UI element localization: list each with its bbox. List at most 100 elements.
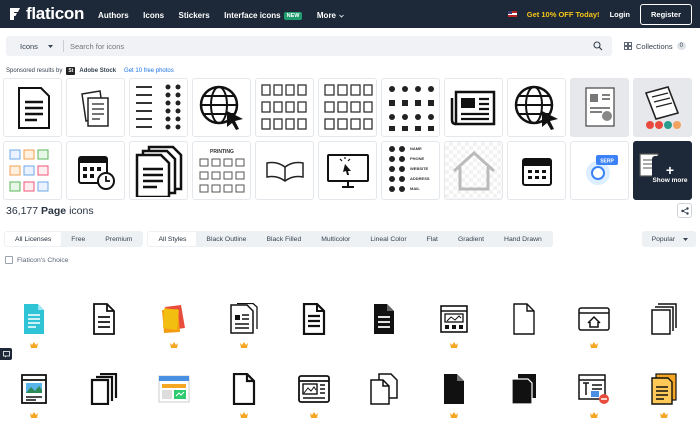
- sponsored-tile[interactable]: [192, 78, 251, 137]
- collections-button[interactable]: Collections 0: [618, 36, 692, 56]
- sponsored-tile[interactable]: [3, 141, 62, 200]
- premium-crown-icon: [310, 412, 318, 418]
- flaticons-choice-toggle[interactable]: Flaticon's Choice: [5, 256, 69, 264]
- icon-result[interactable]: [296, 302, 332, 352]
- document-filled-icon: [374, 304, 394, 334]
- icon-result[interactable]: [156, 302, 192, 352]
- sponsored-tile[interactable]: [66, 141, 125, 200]
- icon-thumb: [367, 302, 401, 336]
- nav-interface-icons[interactable]: Interface icons NEW: [224, 11, 303, 20]
- sponsored-tile[interactable]: [444, 141, 503, 200]
- sponsored-tile[interactable]: [129, 78, 188, 137]
- sponsored-tile[interactable]: [633, 78, 692, 137]
- register-button[interactable]: Register: [639, 3, 692, 25]
- icon-result[interactable]: [296, 372, 332, 422]
- icon-result[interactable]: [226, 302, 262, 352]
- login-link[interactable]: Login: [610, 10, 630, 19]
- sponsored-tile[interactable]: [318, 78, 377, 137]
- filter-all-styles[interactable]: All Styles: [148, 232, 197, 246]
- filter-premium[interactable]: Premium: [95, 232, 142, 246]
- feedback-button[interactable]: [0, 348, 12, 360]
- icon-thumb: [157, 302, 191, 336]
- sponsored-tile[interactable]: [129, 141, 188, 200]
- sponsored-tile[interactable]: [507, 141, 566, 200]
- icon-thumb: [17, 372, 51, 406]
- icon-thumb: [297, 302, 331, 336]
- show-more-tile[interactable]: + Show more: [633, 141, 692, 200]
- nav-stickers[interactable]: Stickers: [179, 11, 210, 20]
- us-flag-icon[interactable]: [507, 11, 517, 17]
- search-input[interactable]: [63, 41, 590, 51]
- icon-result[interactable]: [576, 372, 612, 422]
- sponsored-tile[interactable]: [318, 141, 377, 200]
- icon-result[interactable]: [16, 302, 52, 352]
- icon-result[interactable]: [86, 372, 122, 422]
- collections-label: Collections: [635, 41, 673, 51]
- icon-result[interactable]: [436, 302, 472, 352]
- share-button[interactable]: [677, 203, 692, 218]
- icon-result[interactable]: [436, 372, 472, 422]
- svg-text:WEBSITE: WEBSITE: [410, 166, 429, 171]
- icon-result[interactable]: [576, 302, 612, 352]
- icon-result[interactable]: [506, 302, 542, 352]
- license-filter-group: All Licenses Free Premium: [4, 231, 144, 247]
- flaticon-logo[interactable]: flaticon: [8, 4, 84, 24]
- icon-thumb: [367, 372, 401, 406]
- filter-multicolor[interactable]: Multicolor: [311, 232, 360, 246]
- globe-cursor-icon: [199, 85, 243, 130]
- nav-authors[interactable]: Authors: [98, 11, 129, 20]
- search-button[interactable]: [590, 38, 606, 54]
- icon-set-icon: [135, 84, 180, 129]
- svg-text:PRINTING: PRINTING: [210, 149, 234, 155]
- icon-result[interactable]: [646, 302, 682, 352]
- icon-result[interactable]: [156, 372, 192, 422]
- premium-crown-icon: [450, 342, 458, 348]
- filter-all-licenses[interactable]: All Licenses: [5, 232, 62, 246]
- icon-result[interactable]: [86, 302, 122, 352]
- browser-home-icon: [578, 307, 610, 331]
- sponsored-tile[interactable]: [570, 78, 629, 137]
- premium-crown-icon: [240, 342, 248, 348]
- sponsored-tile[interactable]: NAME PHONE WEBSITE ADDRESS MAIL: [381, 141, 440, 200]
- resource-type-select[interactable]: Icons: [6, 40, 64, 52]
- free-photos-link[interactable]: Get 10 free photos: [124, 68, 174, 74]
- sort-select[interactable]: Popular: [641, 231, 696, 247]
- share-icon: [680, 206, 689, 215]
- style-filter-group: All Styles Black Outline Black Filled Mu…: [147, 231, 553, 247]
- icon-thumb: [227, 372, 261, 406]
- icon-result[interactable]: [366, 372, 402, 422]
- premium-crown-icon: [30, 412, 38, 418]
- filter-lineal-color[interactable]: Lineal Color: [360, 232, 416, 246]
- sponsored-tile[interactable]: SERP: [570, 141, 629, 200]
- sponsored-tile[interactable]: [255, 141, 314, 200]
- filter-free[interactable]: Free: [61, 232, 95, 246]
- filter-gradient[interactable]: Gradient: [448, 232, 494, 246]
- sponsored-prefix: Sponsored results by: [6, 68, 63, 74]
- flaticons-choice-checkbox[interactable]: [5, 256, 13, 264]
- icon-result[interactable]: [226, 372, 262, 422]
- promo-link[interactable]: Get 10% OFF Today!: [527, 10, 600, 19]
- sponsored-tile[interactable]: [444, 78, 503, 137]
- icon-result[interactable]: [16, 372, 52, 422]
- icon-result[interactable]: [646, 372, 682, 422]
- pages-stack-icon: [651, 303, 677, 335]
- sponsored-tile[interactable]: [3, 78, 62, 137]
- filter-hand-drawn[interactable]: Hand Drawn: [494, 232, 552, 246]
- sponsored-tile[interactable]: [255, 78, 314, 137]
- collections-count: 0: [676, 42, 686, 50]
- filter-flat[interactable]: Flat: [417, 232, 448, 246]
- icon-result[interactable]: [506, 372, 542, 422]
- nav-more[interactable]: More: [317, 11, 344, 20]
- sponsored-tile[interactable]: PRINTING: [192, 141, 251, 200]
- sponsored-tile[interactable]: [507, 78, 566, 137]
- filter-black-outline[interactable]: Black Outline: [196, 232, 256, 246]
- results-term: Page: [41, 205, 67, 217]
- sponsored-tile[interactable]: [66, 78, 125, 137]
- show-more-button[interactable]: + Show more: [652, 156, 688, 192]
- sponsored-tile[interactable]: [381, 78, 440, 137]
- plus-icon: +: [665, 162, 675, 179]
- icon-result[interactable]: [366, 302, 402, 352]
- nav-icons[interactable]: Icons: [143, 11, 164, 20]
- filter-black-filled[interactable]: Black Filled: [256, 232, 311, 246]
- top-right-actions: Get 10% OFF Today! Login Register: [507, 3, 692, 25]
